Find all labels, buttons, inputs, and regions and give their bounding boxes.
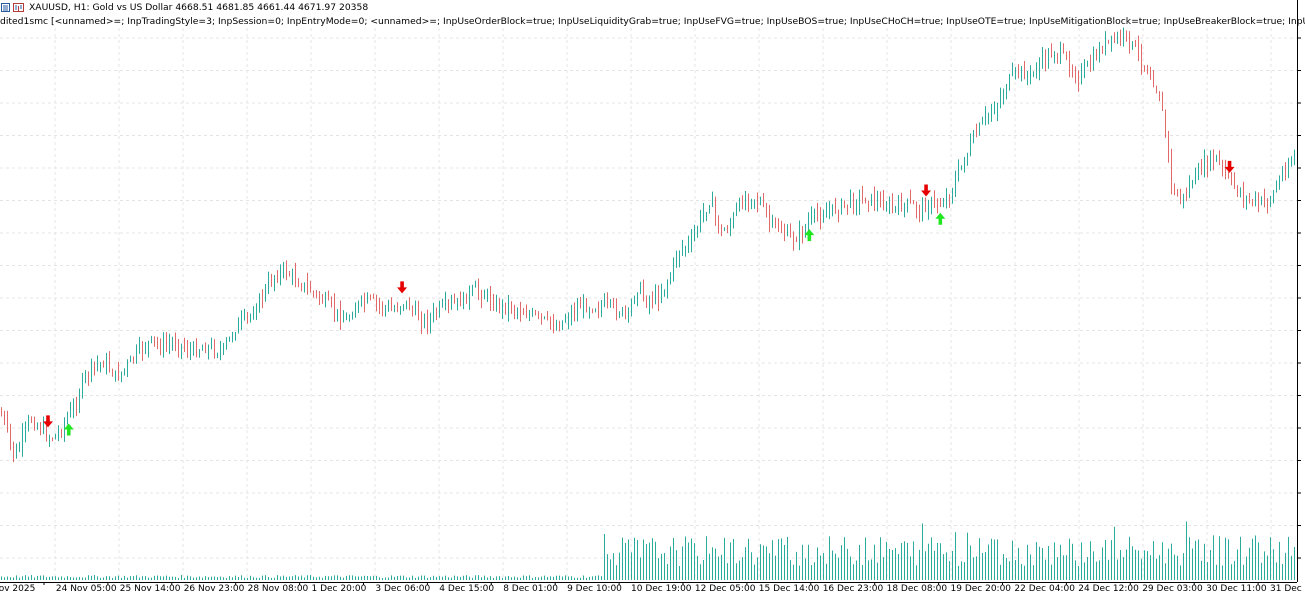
price-chart[interactable]: [0, 0, 1305, 582]
chart-window[interactable]: XAUUSD, H1: Gold vs US Dollar 4668.51 46…: [0, 0, 1305, 594]
chart-title-bar: XAUUSD, H1: Gold vs US Dollar 4668.51 46…: [0, 1, 368, 13]
time-axis-label: 30 Dec 11:00: [1206, 584, 1267, 594]
buy-arrow-icon: [63, 423, 74, 436]
time-axis-label: 1 Dec 20:00: [311, 584, 367, 594]
buy-arrow-icon: [935, 212, 946, 225]
time-axis-label: 9 Dec 10:00: [567, 584, 622, 594]
time-axis-label: 10 Dec 19:00: [631, 584, 692, 594]
chart-title-text: XAUUSD, H1: Gold vs US Dollar 4668.51 46…: [29, 1, 369, 13]
time-axis-label: 24 Nov 05:00: [55, 584, 117, 594]
sell-arrow-icon: [42, 415, 53, 428]
chart-bars-icon[interactable]: [13, 2, 24, 12]
time-axis-label: 28 Nov 08:00: [247, 584, 309, 594]
sell-arrow-icon: [921, 184, 932, 197]
price-scale-ticks: [1297, 0, 1301, 582]
time-axis-label: 3 Dec 06:00: [375, 584, 431, 594]
time-axis-label: 31 Dec: [1270, 584, 1302, 594]
time-axis-label: 12 Dec 05:00: [694, 584, 756, 594]
time-axis-label: 29 Dec 03:00: [1142, 584, 1203, 594]
indicator-parameters-line: dited1smc [<unnamed>=; InpTradingStyle=3…: [0, 16, 1305, 27]
sell-arrow-icon: [1224, 160, 1235, 173]
time-axis-label: 16 Dec 23:00: [822, 584, 884, 594]
chart-grid: [0, 28, 1297, 580]
time-axis-label: 22 Dec 04:00: [1014, 584, 1075, 594]
chart-menu-icon[interactable]: [1, 2, 10, 12]
time-axis-label: 25 Nov 14:00: [119, 584, 181, 594]
sell-arrow-icon: [397, 281, 408, 294]
price-scale[interactable]: [1297, 0, 1305, 582]
time-axis[interactable]: Nov 2025 24 Nov 05:0025 Nov 14:0026 Nov 2…: [0, 582, 1305, 594]
time-axis-label: 4 Dec 15:00: [439, 584, 495, 594]
time-axis-label: 24 Dec 12:00: [1078, 584, 1139, 594]
volume-histogram: [1, 521, 1295, 580]
time-axis-label: 15 Dec 14:00: [758, 584, 820, 594]
time-axis-label: 18 Dec 08:00: [886, 584, 948, 594]
time-axis-label: 8 Dec 01:00: [503, 584, 558, 594]
candlestick-series: [1, 27, 1295, 463]
time-axis-label: Nov 2025: [0, 584, 36, 594]
time-axis-label: 26 Nov 23:00: [183, 584, 245, 594]
time-axis-label: 19 Dec 20:00: [950, 584, 1012, 594]
